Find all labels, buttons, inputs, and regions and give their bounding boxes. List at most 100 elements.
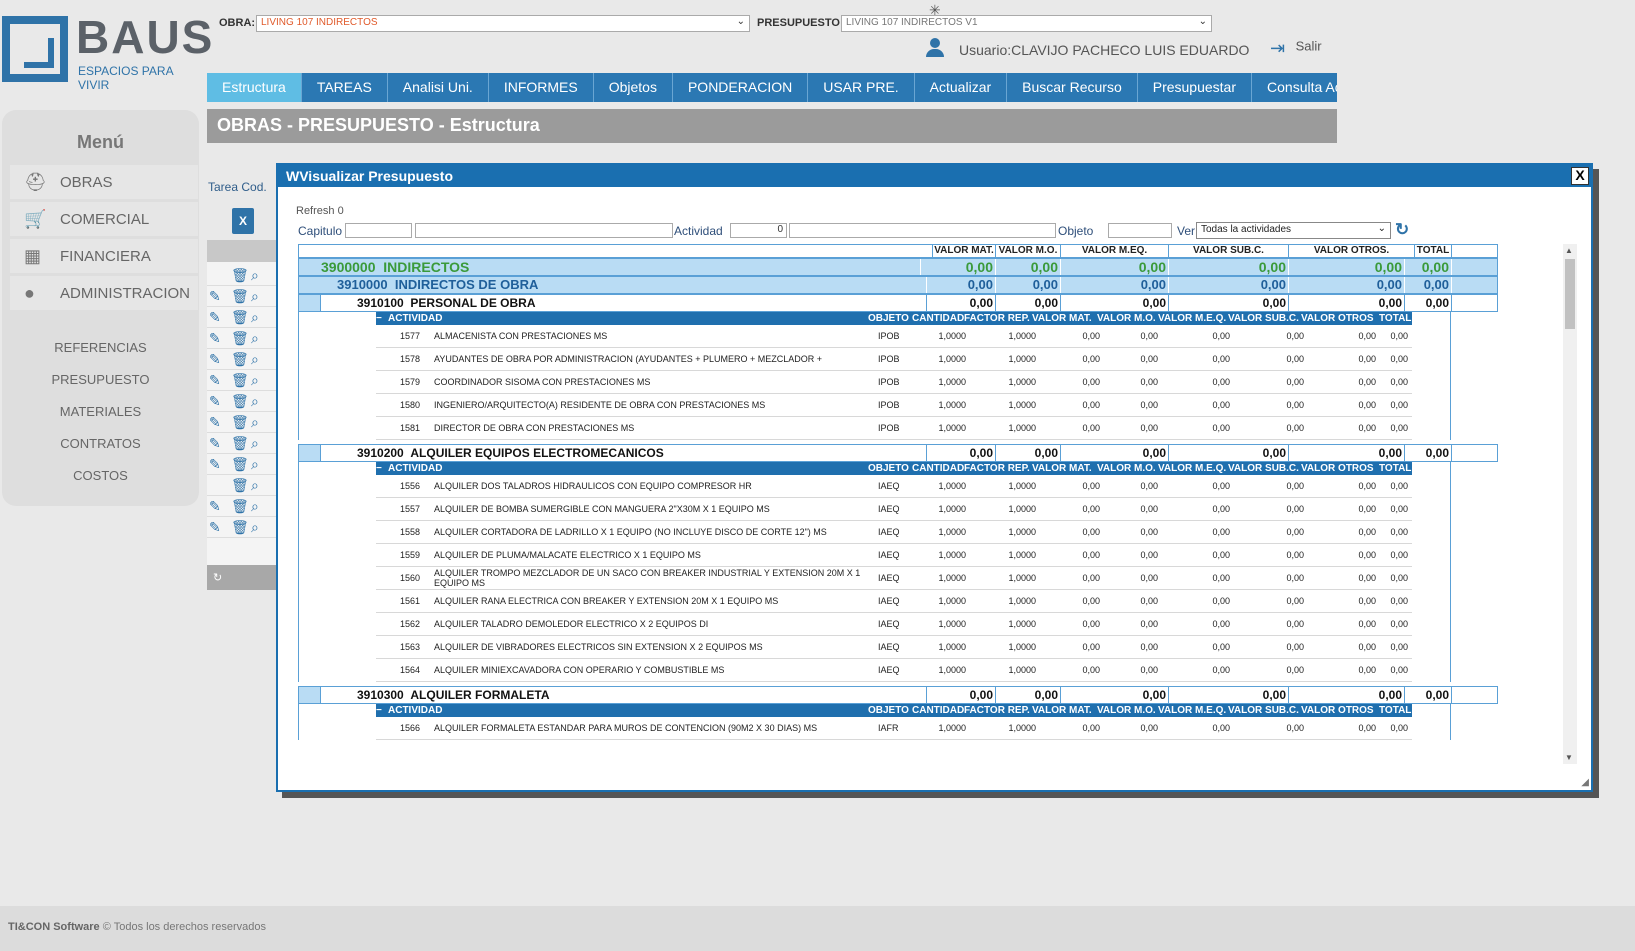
group-value: 0,00	[996, 277, 1061, 293]
logout-button[interactable]: ⇥ Salir	[1270, 38, 1322, 58]
search-icon[interactable]: ⌕	[251, 498, 259, 515]
tab-buscar-recurso[interactable]: Buscar Recurso	[1007, 73, 1138, 102]
edit-icon[interactable]: ✎	[209, 393, 221, 410]
scroll-down-icon[interactable]: ▼	[1565, 753, 1573, 762]
trash-icon[interactable]: 🗑	[231, 351, 249, 368]
tab-actualizar[interactable]: Actualizar	[914, 73, 1008, 102]
edit-icon[interactable]: ✎	[209, 414, 221, 431]
edit-icon[interactable]: ✎	[209, 372, 221, 389]
section-row: 3910100 PERSONAL DE OBRA 0,00 0,00 0,00 0,00…	[298, 294, 1498, 312]
search-icon[interactable]: ⌕	[251, 267, 259, 284]
table-row: 🗑 ⌕	[207, 474, 277, 496]
sidebar-link-referencias[interactable]: REFERENCIAS	[2, 340, 199, 355]
ver-label: Ver	[1177, 224, 1196, 238]
tarea-cod-label: Tarea Cod.	[208, 180, 267, 194]
search-icon[interactable]: ⌕	[251, 519, 259, 536]
footer: TI&CON Software © Todos los derechos res…	[0, 906, 1635, 951]
excel-export-icon[interactable]: X	[232, 208, 254, 234]
main-nav: Estructura TAREAS Analisi Uni. INFORMES Obje…	[207, 73, 1337, 102]
presupuesto-select[interactable]: LIVING 107 INDIRECTOS V1 ⌄	[841, 15, 1212, 32]
tab-presupuestar[interactable]: Presupuestar	[1137, 73, 1253, 102]
table-row: ✎ 🗑 ⌕	[207, 348, 277, 370]
actividad-code-input[interactable]: 0	[730, 223, 787, 238]
tab-usar-pre[interactable]: USAR PRE.	[808, 73, 915, 102]
sidebar-link-materiales[interactable]: MATERIALES	[2, 404, 199, 419]
edit-icon[interactable]: ✎	[209, 456, 221, 473]
group-value: 0,00	[933, 277, 996, 293]
trash-icon[interactable]: 🗑	[231, 519, 249, 536]
tab-analisi-uni[interactable]: Analisi Uni.	[387, 73, 489, 102]
tab-objetos[interactable]: Objetos	[593, 73, 673, 102]
trash-icon[interactable]: 🗑	[231, 330, 249, 347]
ver-select[interactable]: Todas la actividades ⌄	[1196, 222, 1391, 239]
presupuesto-grid: VALOR MAT. VALOR M.O. VALOR M.EQ. VALOR SUB…	[298, 244, 1551, 764]
section-label: 3910200 ALQUILER EQUIPOS ELECTROMECANICO…	[357, 445, 927, 461]
trash-icon[interactable]: 🗑	[231, 456, 249, 473]
trash-icon[interactable]: 🗑	[231, 267, 249, 284]
chapter-row: 3900000 INDIRECTOS 0,00 0,00 0,00 0,00 0,00 0,…	[298, 258, 1498, 276]
search-icon[interactable]: ⌕	[251, 330, 259, 347]
search-icon[interactable]: ⌕	[251, 435, 259, 452]
capitulo-code-input[interactable]	[345, 223, 412, 238]
section-frame	[298, 462, 1451, 682]
edit-icon[interactable]: ✎	[209, 435, 221, 452]
trash-icon[interactable]: 🗑	[231, 435, 249, 452]
sidebar-item-financiera[interactable]: ▦ FINANCIERA	[10, 239, 198, 273]
trash-icon[interactable]: 🗑	[231, 414, 249, 431]
table-refresh-icon[interactable]: ↻	[207, 565, 277, 590]
tab-estructura[interactable]: Estructura	[207, 73, 302, 102]
section-frame	[298, 312, 1451, 440]
trash-icon[interactable]: 🗑	[231, 372, 249, 389]
group-value: 0,00	[1061, 687, 1169, 703]
edit-icon[interactable]: ✎	[209, 519, 221, 536]
search-icon[interactable]: ⌕	[251, 414, 259, 431]
table-row: ✎ 🗑 ⌕	[207, 432, 277, 454]
section-row: 3910300 ALQUILER FORMALETA 0,00 0,00 0,00 0,…	[298, 686, 1498, 704]
search-icon[interactable]: ⌕	[251, 288, 259, 305]
sidebar-link-presupuesto[interactable]: PRESUPUESTO	[2, 372, 199, 387]
grid-scrollbar[interactable]: ▲ ▼	[1563, 244, 1577, 764]
actividad-name-input[interactable]	[789, 223, 1056, 238]
obra-label: OBRA:	[219, 17, 256, 29]
section-row: 3910200 ALQUILER EQUIPOS ELECTROMECANICO…	[298, 444, 1498, 462]
edit-icon[interactable]: ✎	[209, 309, 221, 326]
resize-handle-icon[interactable]: ◢	[1581, 777, 1589, 788]
tab-consulta-activ[interactable]: Consulta Activ	[1252, 73, 1337, 102]
sidebar-link-contratos[interactable]: CONTRATOS	[2, 436, 199, 451]
grid-header-2: VALOR M.EQ.	[1061, 245, 1169, 257]
close-button[interactable]: X	[1571, 167, 1589, 185]
edit-icon[interactable]: ✎	[209, 351, 221, 368]
edit-icon[interactable]: ✎	[209, 498, 221, 515]
obra-select[interactable]: LIVING 107 INDIRECTOS ⌄	[256, 15, 750, 32]
trash-icon[interactable]: 🗑	[231, 498, 249, 515]
trash-icon[interactable]: 🗑	[231, 309, 249, 326]
group-value: 0,00	[1289, 295, 1405, 311]
capitulo-label: Capitulo	[298, 224, 343, 238]
sidebar-item-obras[interactable]: ⛑ OBRAS	[10, 165, 198, 199]
scroll-up-icon[interactable]: ▲	[1565, 246, 1573, 255]
trash-icon[interactable]: 🗑	[231, 393, 249, 410]
sidebar-item-administracion[interactable]: ● ADMINISTRACION	[10, 276, 198, 310]
edit-icon[interactable]: ✎	[209, 288, 221, 305]
edit-icon[interactable]: ✎	[209, 330, 221, 347]
search-icon[interactable]: ⌕	[251, 351, 259, 368]
tab-tareas[interactable]: TAREAS	[301, 73, 388, 102]
scrollbar-thumb[interactable]	[1565, 259, 1575, 329]
search-icon[interactable]: ⌕	[251, 456, 259, 473]
sidebar: Menú ⛑ OBRAS 🛒 COMERCIAL ▦ FINANCIERA ● ADMI…	[2, 110, 199, 506]
dialog-title: WVisualizar Presupuesto	[278, 165, 1591, 187]
search-icon[interactable]: ⌕	[251, 309, 259, 326]
trash-icon[interactable]: 🗑	[231, 288, 249, 305]
capitulo-name-input[interactable]	[415, 223, 673, 238]
search-icon[interactable]: ⌕	[251, 372, 259, 389]
trash-icon[interactable]: 🗑	[231, 477, 249, 494]
objeto-input[interactable]	[1108, 223, 1172, 238]
tab-ponderacion[interactable]: PONDERACION	[672, 73, 809, 102]
search-icon[interactable]: ⌕	[251, 477, 259, 494]
subchapter-row: 3910000 INDIRECTOS DE OBRA 0,00 0,00 0,00 0,…	[298, 276, 1498, 294]
sidebar-item-comercial[interactable]: 🛒 COMERCIAL	[10, 202, 198, 236]
tab-informes[interactable]: INFORMES	[488, 73, 594, 102]
search-icon[interactable]: ⌕	[251, 393, 259, 410]
reload-icon[interactable]: ↻	[1395, 220, 1409, 240]
sidebar-link-costos[interactable]: COSTOS	[2, 468, 199, 483]
